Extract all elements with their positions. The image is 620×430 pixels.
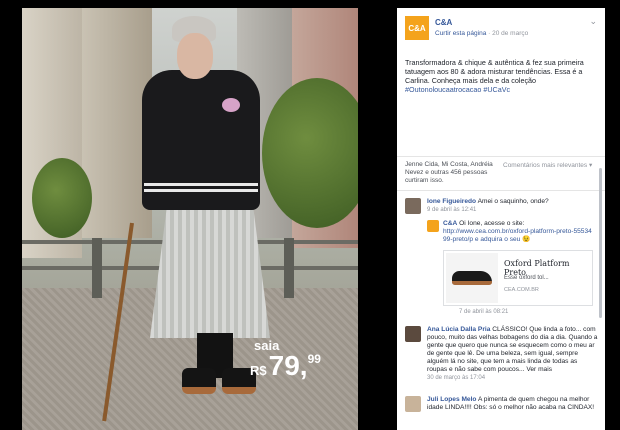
brand-logo[interactable]: C&A [405,16,429,40]
link-preview-card[interactable]: Oxford Platform Preto Esse oxford tol...… [443,250,593,306]
divider [397,156,605,157]
scrollbar[interactable] [599,168,602,318]
face [177,33,213,79]
comment-text: Ana Lúcia Dalla Pria CLÁSSICO! Que linda… [427,326,599,382]
jacket-stripe [144,183,258,186]
comment-sort-label: Comentários mais relevantes [503,162,588,169]
comment-text: Ione Figueiredo Amei o saquinho, onde? 9… [427,198,599,214]
reactions-summary[interactable]: Jenne Cida, Mi Costa, Andréia Nevez e ou… [405,161,505,185]
wink-emoji: 😉 [522,236,531,243]
reply-author[interactable]: C&A [443,220,457,227]
avatar[interactable] [405,396,421,412]
price-currency: R$ [250,363,267,378]
post-text: Transformadora & chique & autêntica & fe… [405,58,597,94]
reply-body: Oi Ione, acesse o site: [459,220,525,227]
shoe-icon [452,271,492,285]
link-description: Esse oxford tol... [504,275,549,281]
avatar[interactable] [405,198,421,214]
avatar[interactable] [427,220,439,232]
comment-text: Juli Lopes Melo A pimenta de quem chegou… [427,396,599,412]
post-subline: Curtir esta página · 20 de março [435,30,528,37]
jacket-stripe [144,189,258,192]
avatar[interactable] [405,326,421,342]
product-image [446,253,498,303]
chevron-down-icon: ▾ [589,162,593,169]
comment-author[interactable]: Juli Lopes Melo [427,396,476,403]
post-header: C&A C&A Curtir esta página · 20 de março… [405,16,597,44]
post-photo[interactable]: saia R$ 79, 99 [22,8,358,430]
post-panel: C&A C&A Curtir esta página · 20 de março… [397,8,605,430]
tree [32,158,92,238]
pleated-skirt [150,198,270,338]
comment-author[interactable]: Ione Figueiredo [427,198,476,205]
chevron-down-icon[interactable]: ⌄ [589,16,597,27]
link-domain: CEA.COM.BR [504,287,539,293]
platform-shoe [182,368,216,394]
comment-meta: 9 de abril às 12:41 [427,207,477,213]
hashtags[interactable]: #Outonoloucaatrocacao #UCaVc [405,85,510,94]
comment-body: Amei o saquinho, onde? [477,198,549,205]
comment-meta: 30 de março às 17:04 [427,375,486,381]
reply-text: C&A Oi Ione, acesse o site: http://www.c… [443,220,593,244]
divider [397,190,605,191]
comment-sort[interactable]: Comentários mais relevantes ▾ [503,161,592,169]
post-date[interactable]: 20 de março [492,30,528,37]
price: R$ 79, 99 [250,350,321,382]
page-name[interactable]: C&A [435,18,452,27]
rail-post [284,238,294,298]
post-body: Transformadora & chique & autêntica & fe… [405,58,584,85]
reply-meta: 7 de abril às 08:21 [459,309,509,315]
reply-link[interactable]: http://www.cea.com.br/oxford-platform-pr… [443,228,592,243]
rail-post [92,238,102,298]
flower-patch [222,98,240,112]
price-cents: 99 [307,352,321,366]
price-integer: 79, [268,350,308,381]
comment-author[interactable]: Ana Lúcia Dalla Pria [427,326,490,333]
comment-body: CLÁSSICO! Que linda a foto... com pouco,… [427,326,598,373]
like-page-link[interactable]: Curtir esta página [435,30,486,37]
